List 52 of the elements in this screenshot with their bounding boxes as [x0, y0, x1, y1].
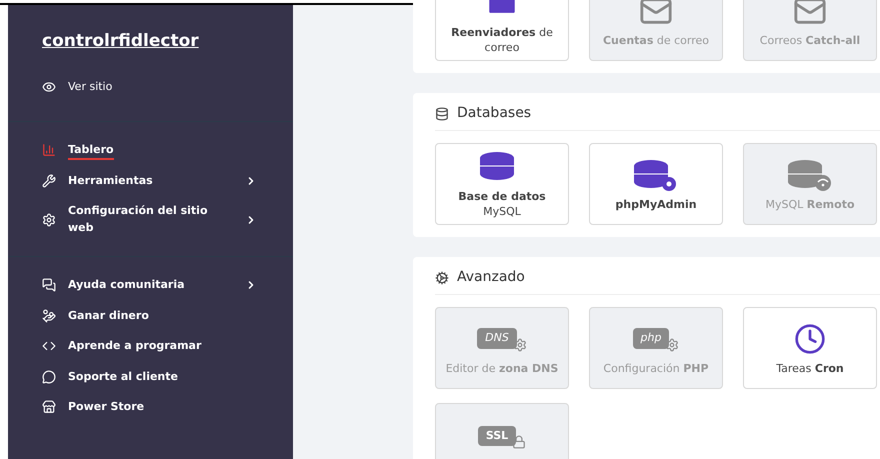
- tile-label: Editor de zona DNS: [446, 360, 558, 376]
- settings-icon: [42, 212, 56, 226]
- sidebar-item[interactable]: Soporte al cliente: [42, 368, 257, 385]
- tile-label: Tareas Cron: [776, 360, 844, 376]
- tile-label: Reenviadores de correo: [450, 25, 554, 55]
- sidebar-item[interactable]: Ganar dinero: [42, 308, 257, 324]
- tile-label: Cuentas de correo: [602, 32, 710, 48]
- section-title: Avanzado: [457, 268, 525, 287]
- sidebar-item[interactable]: Ayuda comunitaria: [42, 277, 257, 294]
- tile-label: Base de datos MySQL: [457, 189, 547, 219]
- wrench-icon: [42, 174, 56, 188]
- tool-tile[interactable]: phpMyAdmin: [589, 143, 723, 225]
- sidebar-item[interactable]: Aprende a programar: [42, 338, 257, 354]
- gear-icon: [665, 338, 680, 352]
- money-icon: [42, 308, 56, 323]
- clock-icon: [794, 322, 826, 354]
- speech-bubble-icon: [42, 370, 56, 384]
- sidebar-item[interactable]: Power Store: [42, 399, 257, 416]
- tool-tile[interactable]: Base de datos MySQL: [435, 143, 569, 225]
- sidebar-label: Configuración del sitio web: [68, 204, 208, 236]
- database-gear-icon: [633, 158, 679, 192]
- section-title: Databases: [457, 104, 532, 123]
- badge-icon: php: [632, 328, 670, 349]
- tile-label: Configuración PHP: [603, 360, 709, 376]
- chat-icon: [42, 278, 56, 292]
- sidebar-item[interactable]: Configuración del sitio web: [42, 203, 257, 236]
- tile-label: phpMyAdmin: [615, 196, 697, 212]
- sidebar-label: Ayuda comunitaria: [68, 278, 185, 293]
- site-name[interactable]: controlrfidlector: [42, 31, 199, 51]
- sidebar-label: Aprende a programar: [68, 339, 202, 354]
- store-icon: [42, 400, 56, 414]
- gear-icon: [512, 338, 527, 352]
- gears-icon: [435, 270, 449, 284]
- sidebar-item[interactable]: Tablero: [42, 142, 257, 158]
- sidebar-item[interactable]: Herramientas: [42, 172, 257, 189]
- tile-label: Correos Catch-all: [760, 32, 860, 48]
- sidebar-label: Ganar dinero: [68, 308, 149, 324]
- lock-icon: [512, 435, 526, 449]
- database-icon: [435, 106, 449, 120]
- eye-icon: [42, 80, 56, 94]
- sidebar-label: Tablero: [68, 143, 114, 160]
- ssl-badge-icon: SSL: [478, 426, 516, 446]
- tool-tile[interactable]: Reenviadores de correo: [435, 0, 569, 61]
- sidebar-label: Herramientas: [68, 174, 153, 188]
- bar-chart-icon: [42, 143, 56, 158]
- tool-tile[interactable]: Tareas Cron: [743, 307, 877, 389]
- tile-label: MySQL Remoto: [765, 196, 855, 212]
- sidebar-label: Power Store: [68, 400, 144, 415]
- database-wifi-icon: [787, 158, 833, 192]
- badge-icon: DNS: [477, 328, 517, 349]
- view-site-link[interactable]: Ver sitio: [68, 78, 112, 95]
- sidebar-label: Soporte al cliente: [68, 370, 178, 384]
